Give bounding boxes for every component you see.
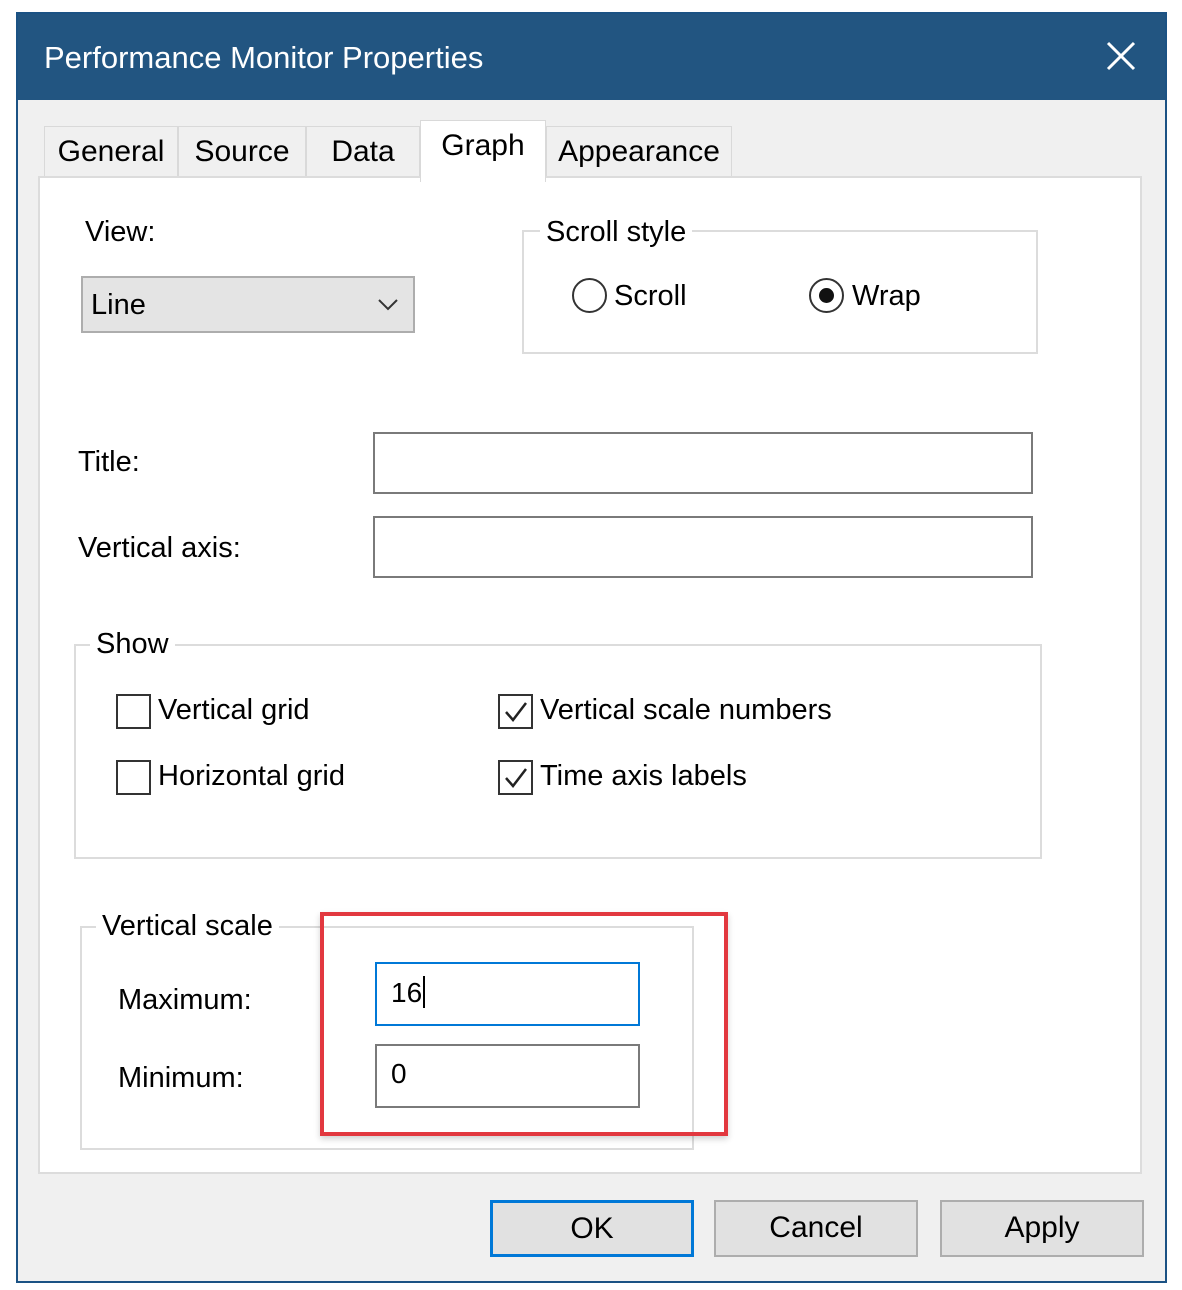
checkmark-icon xyxy=(505,768,527,788)
vertical-scale-numbers-checkbox[interactable] xyxy=(498,694,533,729)
vertical-axis-input[interactable] xyxy=(373,516,1033,578)
radio-selected-dot xyxy=(819,288,834,303)
minimum-value: 0 xyxy=(391,1058,407,1089)
maximum-value: 16 xyxy=(391,977,423,1008)
time-axis-labels-checkbox[interactable] xyxy=(498,760,533,795)
text-caret xyxy=(423,976,426,1008)
view-label: View: xyxy=(85,216,156,248)
chevron-down-icon xyxy=(378,299,398,311)
wrap-radio-label: Wrap xyxy=(852,280,921,312)
wrap-radio[interactable] xyxy=(809,278,844,313)
view-selected-value: Line xyxy=(91,289,146,321)
horizontal-grid-label: Horizontal grid xyxy=(158,760,345,792)
show-legend: Show xyxy=(90,628,175,661)
title-label: Title: xyxy=(78,446,140,478)
view-dropdown[interactable]: Line xyxy=(81,276,415,333)
show-group xyxy=(74,644,1042,859)
properties-dialog: Performance Monitor Properties General S… xyxy=(16,12,1167,1283)
scroll-style-legend: Scroll style xyxy=(540,216,693,249)
vertical-scale-legend: Vertical scale xyxy=(96,910,279,943)
vertical-grid-label: Vertical grid xyxy=(158,694,310,726)
maximum-label: Maximum: xyxy=(118,984,252,1016)
scroll-radio[interactable] xyxy=(572,278,607,313)
scroll-radio-label: Scroll xyxy=(614,280,687,312)
minimum-input[interactable]: 0 xyxy=(375,1044,640,1108)
minimum-label: Minimum: xyxy=(118,1062,244,1094)
time-axis-labels-label: Time axis labels xyxy=(540,760,747,792)
horizontal-grid-checkbox[interactable] xyxy=(116,760,151,795)
maximum-input[interactable]: 16 xyxy=(375,962,640,1026)
checkmark-icon xyxy=(505,702,527,722)
vertical-grid-checkbox[interactable] xyxy=(116,694,151,729)
title-input[interactable] xyxy=(373,432,1033,494)
vertical-scale-numbers-label: Vertical scale numbers xyxy=(540,694,832,726)
vertical-axis-label: Vertical axis: xyxy=(78,532,241,564)
vertical-scale-group xyxy=(80,926,694,1150)
